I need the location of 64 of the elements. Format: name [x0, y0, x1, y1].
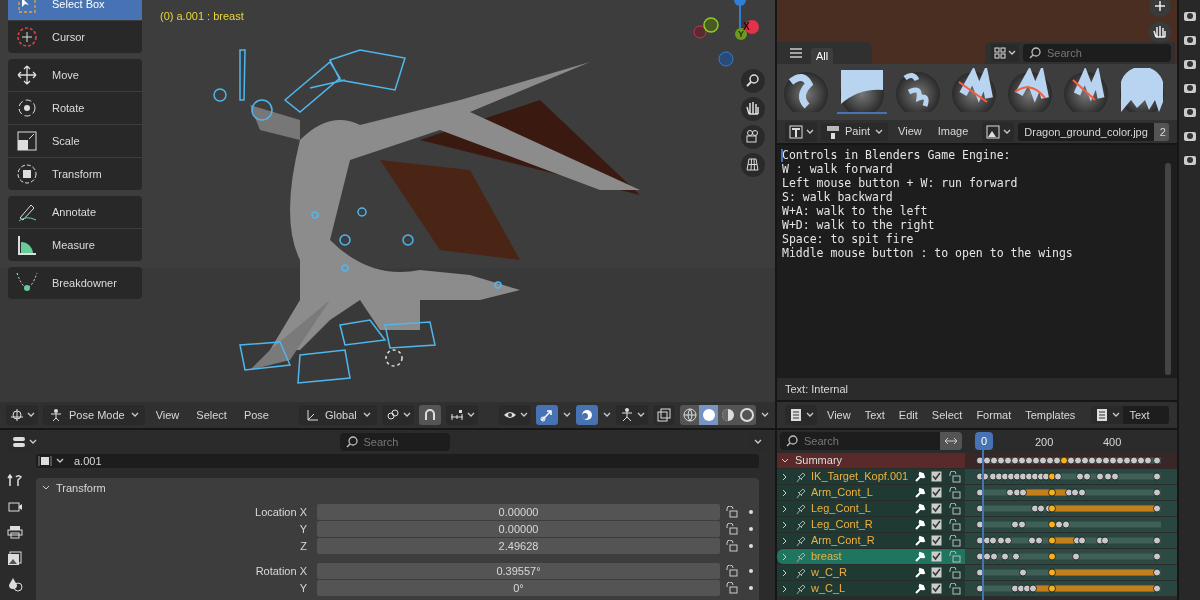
text-line: W+A: walk to the left	[782, 204, 929, 218]
tool-button[interactable]: Move	[8, 59, 142, 91]
bone-channel[interactable]: Arm_Cont_R	[777, 533, 965, 548]
number-field[interactable]: 0.39557°	[317, 563, 720, 579]
bone-channel[interactable]: Leg_Cont_L	[777, 501, 965, 516]
menu-item[interactable]: Select	[927, 406, 967, 424]
menu-item[interactable]: View	[149, 405, 186, 425]
menu-item[interactable]: View	[892, 123, 928, 140]
menu-item[interactable]: Templates	[1021, 406, 1080, 424]
shelf-tab[interactable]: All	[811, 48, 834, 64]
menu-item[interactable]: Select	[190, 405, 233, 425]
number-field[interactable]: 0°	[317, 580, 720, 596]
field-label: Y	[298, 580, 308, 596]
bone-channel[interactable]: w_C_L	[777, 581, 965, 596]
tool-button[interactable]: Breakdowner	[8, 267, 142, 299]
field-label: Location X	[254, 504, 308, 520]
panel-header[interactable]: Transform	[36, 478, 759, 498]
field-label: Rotation X	[254, 563, 308, 579]
field-label: Z	[299, 538, 308, 554]
search-field[interactable]: Search	[339, 433, 450, 451]
tool-button[interactable]: Scale	[8, 125, 142, 157]
search-field[interactable]: Search	[780, 432, 940, 450]
object-name-field[interactable]: a.001	[36, 454, 759, 468]
tool-button[interactable]: Select Box	[8, 0, 142, 20]
text-name-field[interactable]: Text	[1123, 406, 1169, 424]
text-editor-footer: Text: Internal	[777, 378, 1177, 400]
text-line: Left mouse button + W: run forward	[782, 176, 1019, 190]
current-frame-indicator[interactable]: 0	[975, 432, 994, 450]
mode-dropdown[interactable]: Paint	[821, 122, 889, 141]
menu-item[interactable]: Text	[860, 406, 889, 424]
tool-button[interactable]: Annotate	[8, 196, 142, 228]
bone-channel[interactable]: Arm_Cont_L	[777, 485, 965, 500]
tool-button[interactable]: Cursor	[8, 21, 142, 53]
menu-item[interactable]: Edit	[894, 406, 922, 424]
tool-button[interactable]: Transform	[8, 158, 142, 190]
axis-label: X	[743, 20, 750, 32]
tool-button[interactable]: Rotate	[8, 92, 142, 124]
menu-item[interactable]: Pose	[237, 405, 275, 425]
bone-channel[interactable]: Leg_Cont_R	[777, 517, 965, 532]
text-line: S: walk backward	[782, 190, 894, 204]
search-field[interactable]: Search	[1023, 44, 1171, 62]
menu-item[interactable]: Format	[972, 406, 1016, 424]
orientation-dropdown[interactable]: Global	[298, 405, 377, 425]
bone-channel[interactable]: IK_Target_Kopf.001	[777, 469, 965, 484]
mode-dropdown[interactable]: Pose Mode	[43, 405, 145, 425]
number-field[interactable]: 2.49628	[317, 538, 720, 554]
text-line: W : walk forward	[782, 162, 894, 176]
menu-item[interactable]: Image	[931, 123, 975, 140]
bone-channel[interactable]: w_C_R	[777, 565, 965, 580]
tool-button[interactable]: Measure	[8, 229, 142, 261]
image-name-field[interactable]: Dragon_ground_color.jpg	[1018, 122, 1154, 141]
frame-label: 200	[1035, 435, 1054, 450]
menu-item[interactable]: View	[823, 406, 855, 424]
text-line: W+D: walk to the right	[782, 218, 936, 232]
text-line: Controls in Blenders Game Engine:	[782, 148, 1012, 162]
number-field[interactable]: 0.00000	[317, 504, 720, 520]
axis-label: Y	[738, 29, 744, 41]
frame-label: 400	[1103, 435, 1122, 450]
text-line: Middle mouse button : to open to the wings	[782, 246, 1074, 260]
text-line: Space: to spit fire	[782, 232, 915, 246]
number-field[interactable]: 0.00000	[317, 521, 720, 537]
selection-info-label: (0) a.001 : breast	[160, 9, 244, 24]
summary-channel[interactable]: Summary	[777, 453, 965, 468]
field-label: Y	[298, 521, 308, 537]
